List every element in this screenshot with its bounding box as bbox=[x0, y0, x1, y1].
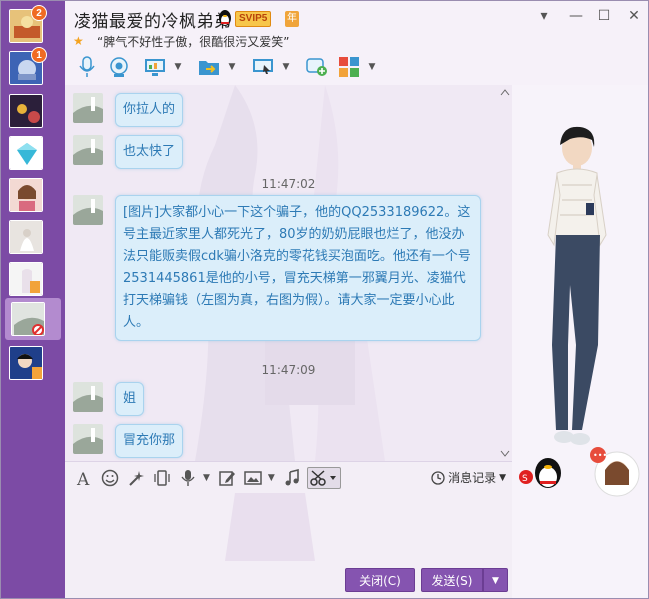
session-item-3[interactable] bbox=[9, 94, 43, 128]
avatar[interactable] bbox=[73, 424, 103, 454]
chevron-down-icon: ▼ bbox=[499, 472, 506, 483]
unread-badge: 2 bbox=[31, 5, 47, 21]
session-sidebar: 2 1 bbox=[1, 1, 65, 598]
image-icon[interactable] bbox=[242, 467, 264, 489]
chevron-down-icon[interactable]: ▼ bbox=[281, 54, 291, 80]
svip-badge: SVIP5 bbox=[235, 11, 272, 27]
minimize-button[interactable]: — bbox=[565, 6, 587, 26]
session-item-8-active[interactable] bbox=[11, 302, 45, 336]
emoji-icon[interactable] bbox=[99, 467, 121, 489]
avatar[interactable] bbox=[73, 382, 103, 412]
svg-text:•••: ••• bbox=[593, 451, 607, 460]
bottom-bar: 关闭(C) 发送(S) ▼ bbox=[65, 561, 512, 598]
history-label: 消息记录 bbox=[448, 471, 497, 485]
session-item-9[interactable] bbox=[9, 346, 43, 380]
close-window-button[interactable]: ✕ bbox=[623, 6, 645, 26]
message-timestamp: 11:47:09 bbox=[261, 363, 316, 377]
avatar[interactable] bbox=[73, 93, 103, 123]
voice-call-icon[interactable] bbox=[73, 54, 101, 80]
remote-desktop-icon[interactable] bbox=[249, 54, 277, 80]
message-bubble: 也太快了 bbox=[115, 135, 184, 169]
message-area[interactable]: 你拉人的 也太快了 11:47:02 [图片]大家都小心一下这个骗子，他的QQ2… bbox=[65, 85, 512, 461]
message-input[interactable] bbox=[65, 493, 512, 561]
chevron-down-icon[interactable]: ▼ bbox=[367, 54, 377, 80]
chat-window: 2 1 凌猫最爱的冷枫弟弟 SVIP5 年 ★ “脾气不好性子傲，很酷很污又爱笑… bbox=[0, 0, 649, 599]
qq-penguin-icon bbox=[219, 10, 231, 26]
maximize-button[interactable]: ☐ bbox=[593, 6, 615, 26]
send-options-dropdown[interactable]: ▼ bbox=[483, 568, 508, 592]
unread-badge: 1 bbox=[31, 47, 47, 63]
screen-share-icon[interactable] bbox=[141, 54, 169, 80]
svg-text:S: S bbox=[522, 474, 528, 484]
session-item-4[interactable] bbox=[9, 136, 43, 170]
message-row: 姐 bbox=[73, 382, 145, 416]
avatar[interactable] bbox=[73, 195, 103, 225]
menu-dropdown-icon[interactable]: ▾ bbox=[533, 6, 555, 26]
message-bubble: 姐 bbox=[115, 382, 145, 416]
send-button[interactable]: 发送(S) bbox=[421, 568, 483, 592]
message-bubble: [图片]大家都小心一下这个骗子，他的QQ2533189622。这号主最近家里人都… bbox=[115, 195, 481, 341]
screenshot-icon[interactable] bbox=[306, 466, 341, 489]
chat-header: 凌猫最爱的冷枫弟弟 SVIP5 年 ★ “脾气不好性子傲，很酷很污又爱笑” ▾ … bbox=[65, 1, 648, 85]
chevron-down-icon[interactable]: ▼ bbox=[203, 473, 210, 483]
session-item-6[interactable] bbox=[9, 220, 43, 254]
vibrate-icon[interactable] bbox=[151, 467, 173, 489]
message-bubble: 冒充你那 bbox=[115, 424, 184, 458]
music-icon[interactable] bbox=[281, 467, 303, 489]
close-button[interactable]: 关闭(C) bbox=[345, 568, 415, 592]
message-history-button[interactable]: 消息记录 ▼ bbox=[431, 469, 506, 486]
avatar[interactable] bbox=[73, 135, 103, 165]
top-toolbar: ▼ ▼ ▼ ▼ bbox=[73, 53, 385, 81]
chevron-down-icon[interactable]: ▼ bbox=[173, 54, 183, 80]
qq-show-avatar: S ••• bbox=[519, 126, 640, 497]
session-item-7[interactable] bbox=[9, 262, 43, 296]
voice-message-icon[interactable] bbox=[177, 467, 199, 489]
scrollbar[interactable] bbox=[498, 85, 512, 461]
clock-icon bbox=[431, 470, 445, 485]
chevron-down-icon[interactable]: ▼ bbox=[268, 473, 275, 483]
message-row: 也太快了 bbox=[73, 135, 184, 169]
font-icon[interactable]: A bbox=[73, 467, 95, 489]
year-badge: 年 bbox=[285, 11, 299, 27]
video-call-icon[interactable] bbox=[105, 54, 133, 80]
add-contact-icon[interactable] bbox=[303, 54, 331, 80]
chevron-down-icon[interactable]: ▼ bbox=[227, 54, 237, 80]
svg-text:A: A bbox=[76, 470, 90, 487]
file-transfer-icon[interactable] bbox=[195, 54, 223, 80]
input-background-illustration bbox=[225, 493, 315, 561]
message-timestamp: 11:47:02 bbox=[261, 177, 316, 191]
message-row: 冒充你那 bbox=[73, 424, 184, 458]
personal-signature: “脾气不好性子傲，很酷很污又爱笑” bbox=[97, 35, 290, 49]
star-icon: ★ bbox=[73, 34, 84, 48]
message-row: 你拉人的 bbox=[73, 93, 184, 127]
apps-icon[interactable] bbox=[335, 54, 363, 80]
contact-name: 凌猫最爱的冷枫弟弟 bbox=[74, 12, 232, 31]
magic-icon[interactable] bbox=[125, 467, 147, 489]
show-panel: S ••• bbox=[512, 85, 648, 598]
edit-icon[interactable] bbox=[216, 467, 238, 489]
session-item-5[interactable] bbox=[9, 178, 43, 212]
input-toolbar: A ▼ ▼ 消息记录 ▼ bbox=[65, 461, 512, 493]
message-bubble: 你拉人的 bbox=[115, 93, 184, 127]
message-row: [图片]大家都小心一下这个骗子，他的QQ2533189622。这号主最近家里人都… bbox=[73, 195, 481, 341]
